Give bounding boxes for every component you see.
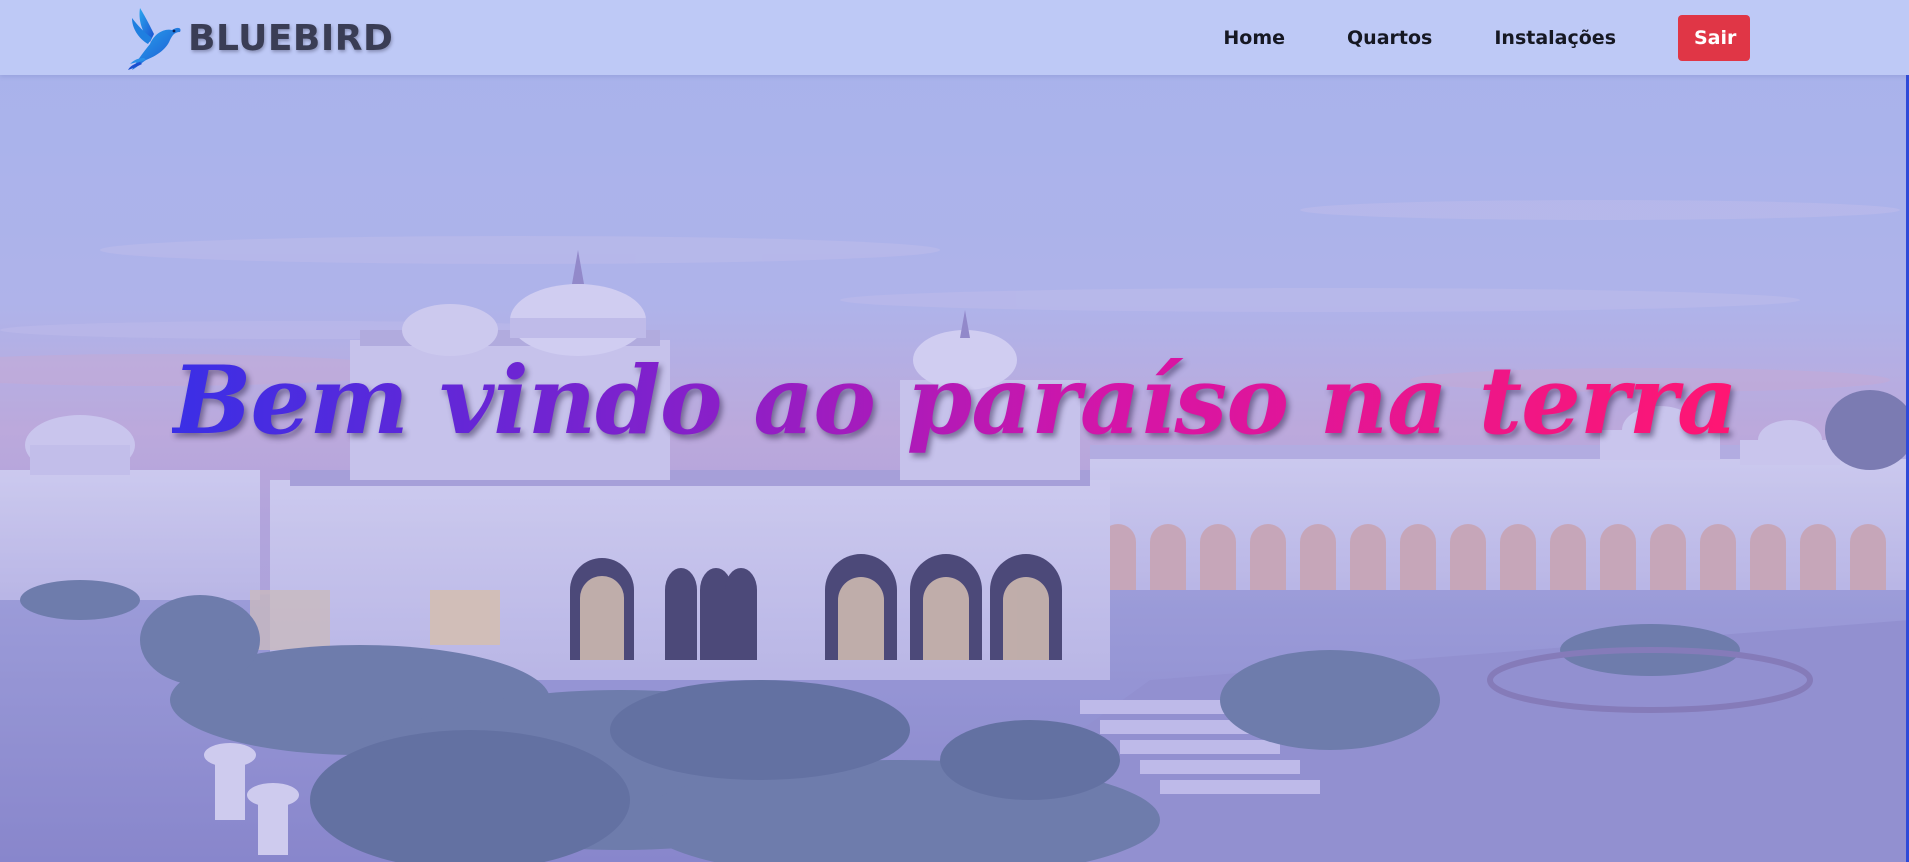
page: BLUEBIRD Home Quartos Instalações Sair B… (0, 0, 1909, 862)
nav-link-quartos[interactable]: Quartos (1347, 27, 1432, 49)
logout-button[interactable]: Sair (1678, 14, 1750, 61)
nav-link-home[interactable]: Home (1223, 27, 1285, 49)
bluebird-logo-icon (128, 8, 181, 70)
brand-home-link[interactable]: BLUEBIRD (128, 4, 393, 72)
top-navbar: BLUEBIRD Home Quartos Instalações Sair (0, 0, 1909, 75)
brand-name: BLUEBIRD (188, 17, 394, 59)
nav-links: Home Quartos Instalações Sair (1223, 0, 1750, 75)
nav-link-instalacoes[interactable]: Instalações (1494, 27, 1616, 49)
hero-title-text: Bem vindo ao paraíso na terra (172, 346, 1738, 456)
hero-title: Bem vindo ao paraíso na terra (0, 349, 1909, 453)
